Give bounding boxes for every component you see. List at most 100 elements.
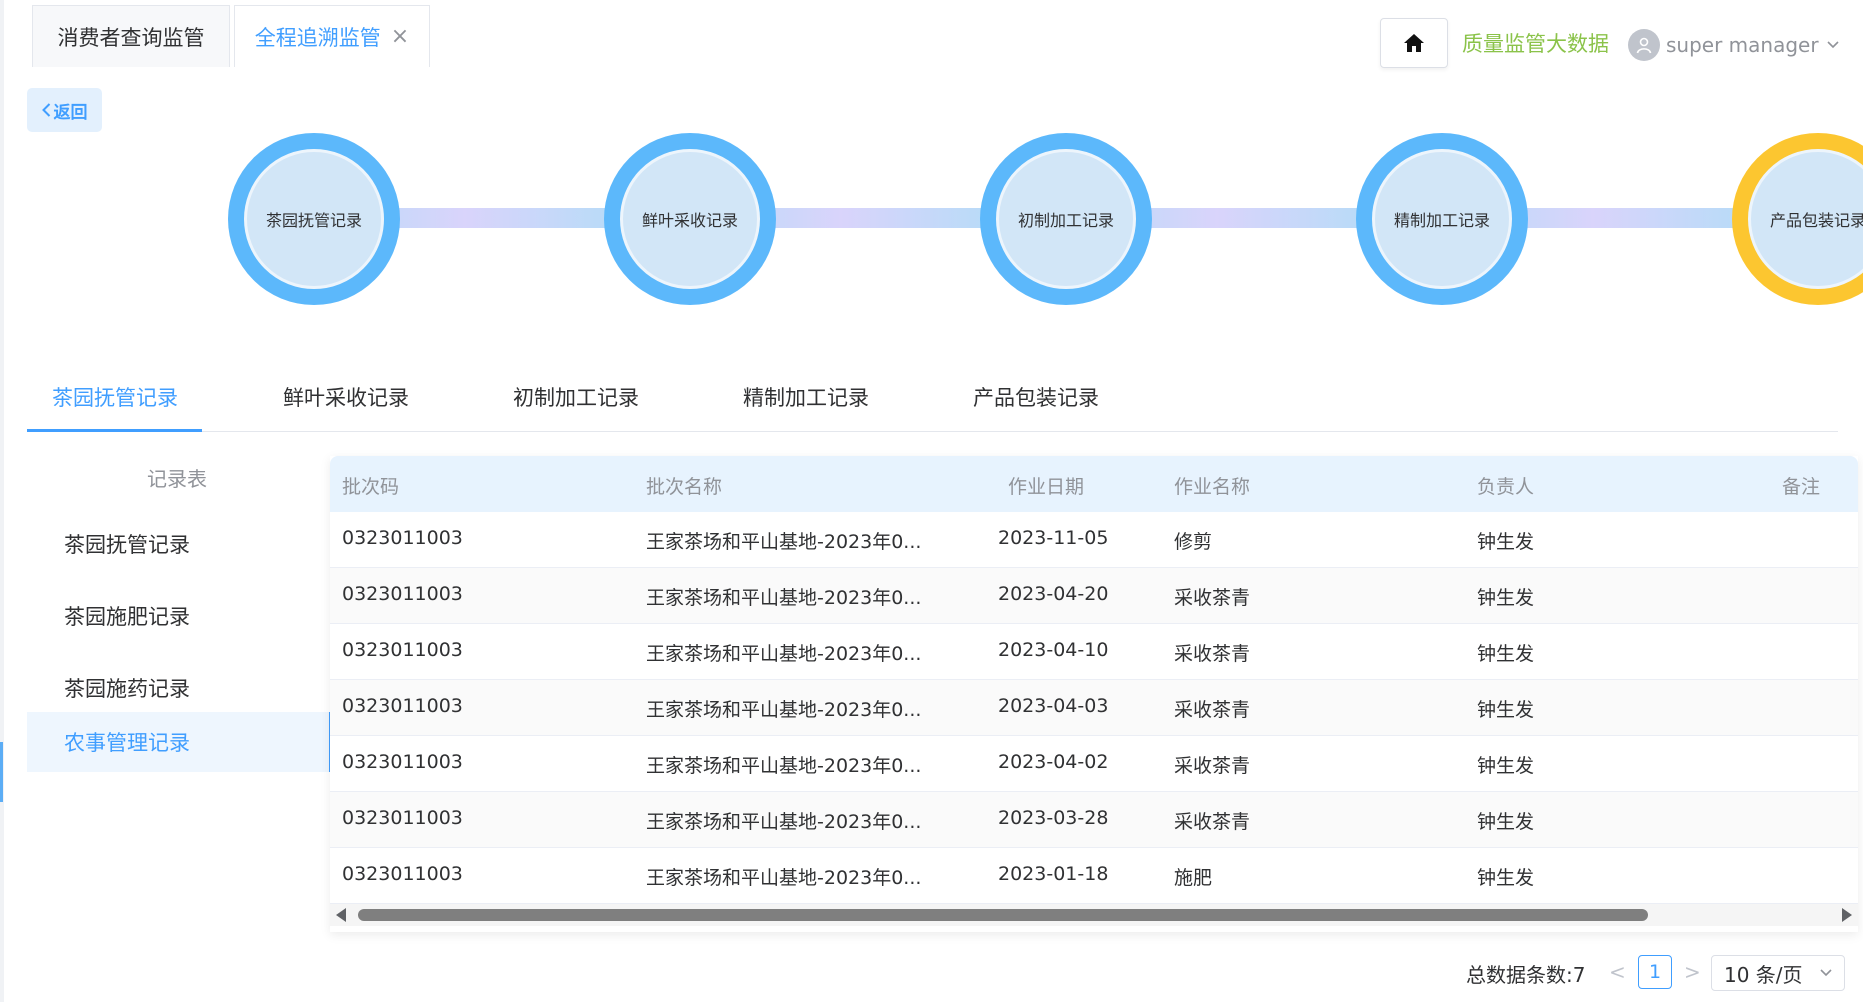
home-button[interactable] xyxy=(1380,18,1448,68)
tab-traceability[interactable]: 全程追溯监管 × xyxy=(234,5,430,67)
scroll-right-icon[interactable] xyxy=(1842,908,1852,922)
cell-job: 采收茶青 xyxy=(1174,755,1251,777)
timeline-step-label: 产品包装记录 xyxy=(1748,149,1863,289)
cell-code: 0323011003 xyxy=(342,751,463,773)
cell-code: 0323011003 xyxy=(342,639,463,661)
tab-label: 全程追溯监管 xyxy=(254,25,381,50)
tab-consumer-query[interactable]: 消费者查询监管 xyxy=(32,5,230,67)
active-tab-indicator xyxy=(27,429,202,432)
back-button[interactable]: 返回 xyxy=(27,88,102,132)
horizontal-scrollbar[interactable] xyxy=(330,904,1858,926)
timeline-step-refine[interactable]: 精制加工记录 xyxy=(1356,133,1528,305)
table-row[interactable]: 0323011003 王家茶场和平山基地-2023年0... 2023-04-0… xyxy=(330,736,1858,792)
page-size-select[interactable]: 10 条/页 xyxy=(1711,955,1845,991)
timeline-step-label: 精制加工记录 xyxy=(1372,149,1512,289)
timeline-step-packaging[interactable]: 产品包装记录 xyxy=(1732,133,1863,305)
tab-refine-records[interactable]: 精制加工记录 xyxy=(743,382,869,412)
chevron-left-icon xyxy=(41,103,50,117)
column-header: 作业名称 xyxy=(1174,476,1251,498)
cell-date: 2023-04-03 xyxy=(998,695,1109,717)
column-header: 备注 xyxy=(1782,476,1821,498)
process-timeline: 茶园抚管记录 鲜叶采收记录 初制加工记录 精制加工记录 产品包装记录 xyxy=(0,130,1863,310)
cell-job: 采收茶青 xyxy=(1174,587,1251,609)
next-page-button[interactable]: > xyxy=(1684,960,1701,984)
cell-owner: 钟生发 xyxy=(1477,699,1535,721)
cell-name: 王家茶场和平山基地-2023年0... xyxy=(646,699,922,721)
cell-owner: 钟生发 xyxy=(1477,755,1535,777)
tab-primary-records[interactable]: 初制加工记录 xyxy=(513,382,639,412)
cell-name: 王家茶场和平山基地-2023年0... xyxy=(646,755,922,777)
column-header: 作业日期 xyxy=(1008,476,1085,498)
table-row[interactable]: 0323011003 王家茶场和平山基地-2023年0... 2023-04-1… xyxy=(330,624,1858,680)
cell-job: 采收茶青 xyxy=(1174,699,1251,721)
cell-date: 2023-04-10 xyxy=(998,639,1109,661)
cell-owner: 钟生发 xyxy=(1477,531,1535,553)
tab-harvest-records[interactable]: 鲜叶采收记录 xyxy=(283,382,409,412)
cell-date: 2023-01-18 xyxy=(998,863,1109,885)
table-row[interactable]: 0323011003 王家茶场和平山基地-2023年0... 2023-03-2… xyxy=(330,792,1858,848)
timeline-step-label: 初制加工记录 xyxy=(996,149,1136,289)
record-tabs: 茶园抚管记录 鲜叶采收记录 初制加工记录 精制加工记录 产品包装记录 xyxy=(27,362,1838,432)
side-item-label: 茶园施肥记录 xyxy=(64,605,190,629)
cell-code: 0323011003 xyxy=(342,695,463,717)
cell-code: 0323011003 xyxy=(342,583,463,605)
side-item-farming[interactable]: 农事管理记录 xyxy=(27,712,332,772)
close-icon[interactable]: × xyxy=(391,25,409,48)
cell-code: 0323011003 xyxy=(342,527,463,549)
table-header: 批次码 批次名称 作业日期 作业名称 负责人 备注 xyxy=(330,456,1858,512)
scrollbar-thumb[interactable] xyxy=(358,909,1648,921)
cell-name: 王家茶场和平山基地-2023年0... xyxy=(646,811,922,833)
user-menu[interactable]: super manager xyxy=(1628,28,1839,62)
timeline-step-garden[interactable]: 茶园抚管记录 xyxy=(228,133,400,305)
cell-name: 王家茶场和平山基地-2023年0... xyxy=(646,531,922,553)
cell-job: 采收茶青 xyxy=(1174,643,1251,665)
back-label: 返回 xyxy=(53,102,88,123)
side-panel-title: 记录表 xyxy=(147,467,207,491)
cell-job: 施肥 xyxy=(1174,867,1213,889)
tab-garden-records[interactable]: 茶园抚管记录 xyxy=(52,382,178,412)
records-table: 批次码 批次名称 作业日期 作业名称 负责人 备注 0323011003 王家茶… xyxy=(330,456,1858,932)
cell-date: 2023-11-05 xyxy=(998,527,1109,549)
cell-job: 采收茶青 xyxy=(1174,811,1251,833)
user-name: super manager xyxy=(1666,33,1819,57)
cell-owner: 钟生发 xyxy=(1477,867,1535,889)
table-body: 0323011003 王家茶场和平山基地-2023年0... 2023-11-0… xyxy=(330,512,1858,904)
cell-name: 王家茶场和平山基地-2023年0... xyxy=(646,643,922,665)
home-icon xyxy=(1404,34,1424,52)
side-item-pesticide[interactable]: 茶园施药记录 xyxy=(27,658,332,718)
side-item-label: 农事管理记录 xyxy=(64,731,190,755)
side-item-garden[interactable]: 茶园抚管记录 xyxy=(27,514,332,574)
prev-page-button[interactable]: < xyxy=(1609,960,1626,984)
table-row[interactable]: 0323011003 王家茶场和平山基地-2023年0... 2023-11-0… xyxy=(330,512,1858,568)
cell-code: 0323011003 xyxy=(342,863,463,885)
side-item-label: 茶园施药记录 xyxy=(64,677,190,701)
side-item-fertilize[interactable]: 茶园施肥记录 xyxy=(27,586,332,646)
tab-label: 消费者查询监管 xyxy=(57,25,205,50)
page-number-button[interactable]: 1 xyxy=(1638,955,1672,989)
cell-owner: 钟生发 xyxy=(1477,811,1535,833)
cell-job: 修剪 xyxy=(1174,531,1213,553)
user-icon xyxy=(1628,29,1660,61)
cell-date: 2023-04-02 xyxy=(998,751,1109,773)
cell-name: 王家茶场和平山基地-2023年0... xyxy=(646,587,922,609)
timeline-step-harvest[interactable]: 鲜叶采收记录 xyxy=(604,133,776,305)
left-edge-accent xyxy=(0,742,3,802)
cell-date: 2023-03-28 xyxy=(998,807,1109,829)
timeline-step-label: 茶园抚管记录 xyxy=(244,149,384,289)
cell-name: 王家茶场和平山基地-2023年0... xyxy=(646,867,922,889)
chevron-down-icon xyxy=(1827,41,1839,49)
tab-packaging-records[interactable]: 产品包装记录 xyxy=(973,382,1099,412)
scroll-left-icon[interactable] xyxy=(336,908,346,922)
cell-owner: 钟生发 xyxy=(1477,643,1535,665)
chevron-down-icon xyxy=(1820,969,1832,977)
column-header: 批次名称 xyxy=(646,476,723,498)
quality-bigdata-link[interactable]: 质量监管大数据 xyxy=(1462,28,1609,58)
total-count: 总数据条数:7 xyxy=(1466,962,1586,987)
table-row[interactable]: 0323011003 王家茶场和平山基地-2023年0... 2023-04-2… xyxy=(330,568,1858,624)
cell-date: 2023-04-20 xyxy=(998,583,1109,605)
timeline-step-primary[interactable]: 初制加工记录 xyxy=(980,133,1152,305)
table-row[interactable]: 0323011003 王家茶场和平山基地-2023年0... 2023-04-0… xyxy=(330,680,1858,736)
column-header: 负责人 xyxy=(1477,476,1535,498)
table-row[interactable]: 0323011003 王家茶场和平山基地-2023年0... 2023-01-1… xyxy=(330,848,1858,904)
timeline-step-label: 鲜叶采收记录 xyxy=(620,149,760,289)
